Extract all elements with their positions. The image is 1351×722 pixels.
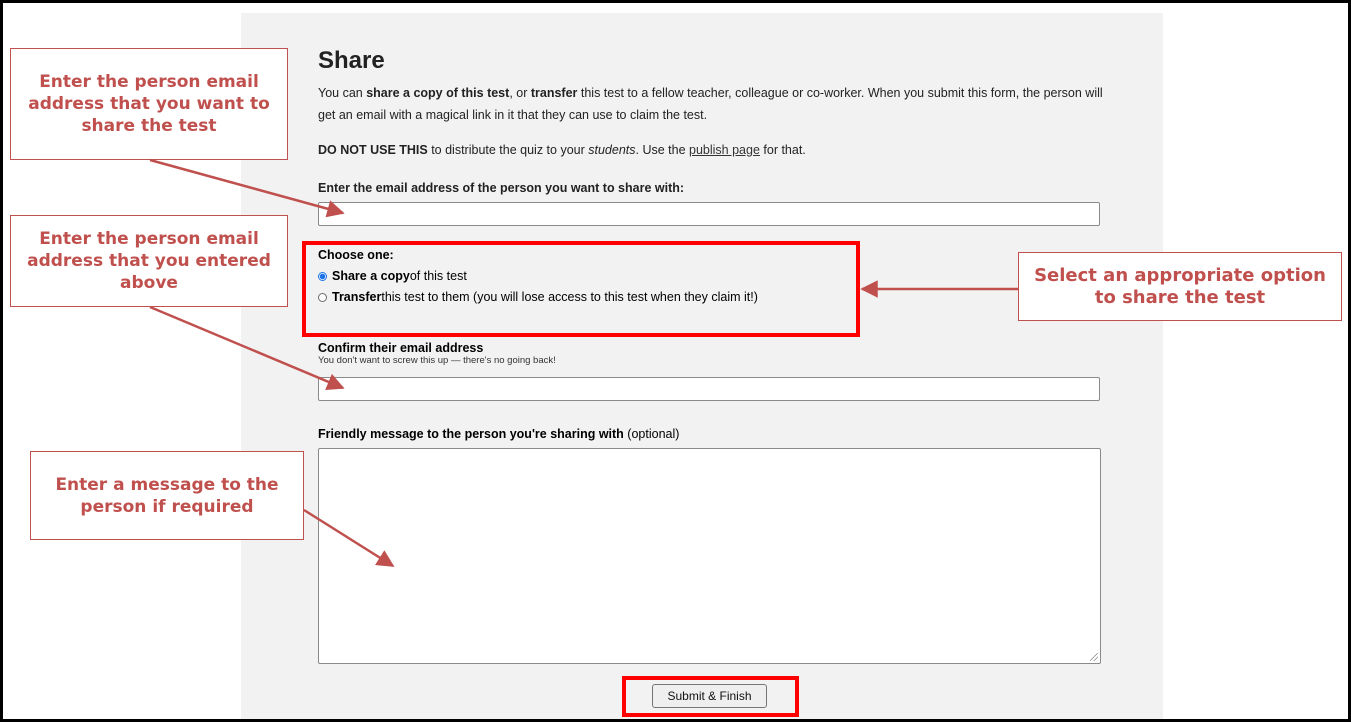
callout-email: Enter the person email address that you … [10,48,288,160]
intro-bold-transfer: transfer [530,86,578,100]
page-title: Share [318,47,385,74]
option-share-copy[interactable]: Share a copy of this test [318,269,858,283]
callout-option: Select an appropriate option to share th… [1018,252,1342,321]
option-transfer[interactable]: Transfer this test to them (you will los… [318,290,858,304]
submit-finish-button[interactable]: Submit & Finish [652,684,767,708]
message-label-bold: Friendly message to the person you're sh… [318,427,624,441]
warning-bold: DO NOT USE THIS [318,143,428,157]
resize-grip-icon[interactable] [1090,653,1098,661]
warning-students: students [588,143,636,157]
callout-confirm: Enter the person email address that you … [10,215,288,307]
confirm-email-hint: You don't want to screw this up — there'… [318,355,556,366]
message-label-optional: (optional) [623,427,680,441]
warning-part: for that. [759,143,806,157]
transfer-label-bold: Transfer [332,290,382,304]
publish-page-link[interactable]: publish page [689,143,760,157]
warning-part: to distribute the quiz to your [427,143,589,157]
transfer-radio[interactable] [318,292,327,302]
intro-text: You can share a copy of this test, or tr… [318,82,1108,126]
confirm-email-input[interactable] [318,377,1100,401]
share-copy-label: of this test [409,269,467,283]
choose-one-label: Choose one: [318,248,394,262]
intro-part: You can [318,86,367,100]
share-copy-label-bold: Share a copy [332,269,410,283]
message-label: Friendly message to the person you're sh… [318,427,679,441]
warning-part: . Use the [635,143,690,157]
transfer-label: this test to them (you will lose access … [381,290,758,304]
intro-bold-share: share a copy of this test [366,86,510,100]
share-option-group: Choose one: Share a copy of this test Tr… [318,248,858,304]
email-input[interactable] [318,202,1100,226]
intro-part: , or [509,86,531,100]
confirm-email-label: Confirm their email address [318,341,484,355]
warning-text: DO NOT USE THIS to distribute the quiz t… [318,140,1108,160]
callout-message: Enter a message to the person if require… [30,451,304,540]
email-label: Enter the email address of the person yo… [318,181,685,195]
message-textarea[interactable] [318,448,1101,664]
share-copy-radio[interactable] [318,271,327,281]
